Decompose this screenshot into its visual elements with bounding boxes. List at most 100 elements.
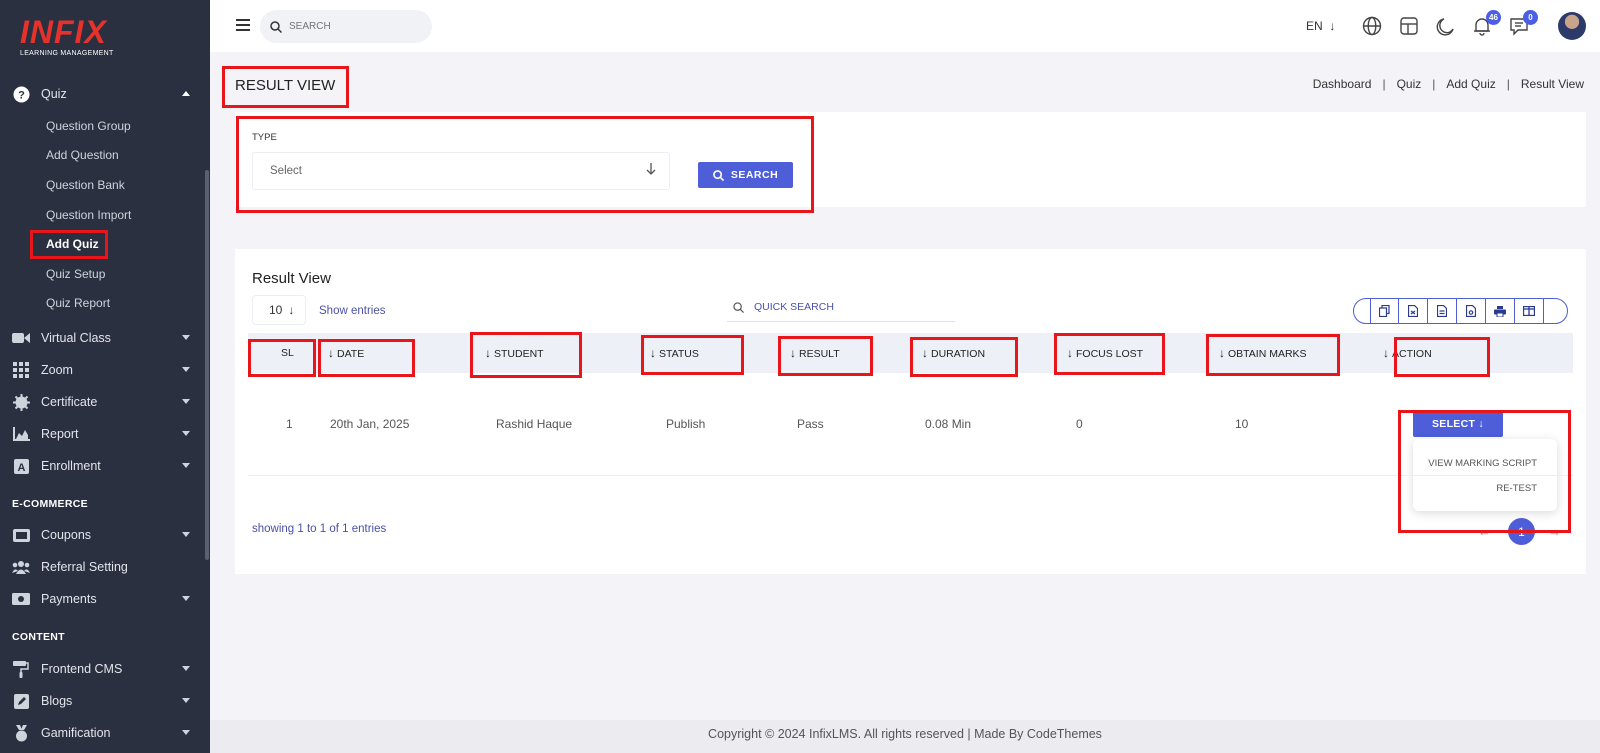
medal-icon xyxy=(12,724,30,742)
search-icon xyxy=(712,169,724,181)
cell-sl: 1 xyxy=(286,417,293,431)
sidebar-subitem-quiz-report[interactable]: Quiz Report xyxy=(46,293,110,313)
sort-arrow-icon: ↓ xyxy=(1219,346,1225,360)
sidebar-item-label: Referral Setting xyxy=(41,560,128,574)
menu-item-view-marking-script[interactable]: VIEW MARKING SCRIPT xyxy=(1428,458,1537,469)
sidebar-item-payments[interactable]: Payments xyxy=(0,585,210,613)
sidebar-item-label: Zoom xyxy=(41,363,73,377)
moon-icon[interactable] xyxy=(1436,16,1456,36)
column-header-obtain-marks[interactable]: ↓ OBTAIN MARKS xyxy=(1219,333,1307,373)
page-title: RESULT VIEW xyxy=(235,77,336,94)
sidebar-item-report[interactable]: Report xyxy=(0,420,210,448)
pen-square-icon xyxy=(12,692,30,710)
pdf-file-icon[interactable] xyxy=(1457,298,1486,324)
column-header-action[interactable]: ↓ ACTION xyxy=(1383,333,1432,373)
users-icon xyxy=(12,558,30,576)
sidebar-item-label: Gamification xyxy=(41,726,111,740)
column-header-sl[interactable]: SL xyxy=(281,333,294,373)
sidebar-item-virtual-class[interactable]: Virtual Class xyxy=(0,324,210,352)
ticket-icon xyxy=(12,526,30,544)
svg-text:?: ? xyxy=(18,89,25,101)
pagination-info: showing 1 to 1 of 1 entries xyxy=(252,523,387,535)
caret-up-icon xyxy=(182,91,190,96)
sidebar-subitem-question-import[interactable]: Question Import xyxy=(46,205,131,225)
sidebar-item-label: Enrollment xyxy=(41,459,101,473)
quick-search-placeholder: QUICK SEARCH xyxy=(754,301,834,313)
bell-icon[interactable]: 46 xyxy=(1472,10,1501,36)
sidebar-item-certificate[interactable]: Certificate xyxy=(0,388,210,416)
sidebar-item-blogs[interactable]: Blogs xyxy=(0,687,210,715)
logo[interactable]: INFIX LEARNING MANAGEMENT xyxy=(20,16,114,57)
breadcrumb: Dashboard | Quiz | Add Quiz | Result Vie… xyxy=(1313,77,1584,91)
sidebar-item-referral-setting[interactable]: Referral Setting xyxy=(0,553,210,581)
breadcrumb-item-result-view: Result View xyxy=(1520,77,1584,91)
breadcrumb-item-dashboard[interactable]: Dashboard xyxy=(1313,77,1372,91)
grid-icon xyxy=(12,361,30,379)
menu-item-re-test[interactable]: RE-TEST xyxy=(1496,483,1537,494)
csv-file-icon[interactable] xyxy=(1399,298,1428,324)
caret-down-icon xyxy=(182,367,190,372)
global-search[interactable] xyxy=(260,10,432,43)
cell-focus-lost: 0 xyxy=(1076,417,1083,431)
quick-search-input[interactable]: QUICK SEARCH xyxy=(727,293,955,322)
column-header-date[interactable]: ↓ DATE xyxy=(328,333,364,373)
message-badge: 0 xyxy=(1523,10,1538,25)
copy-icon[interactable] xyxy=(1370,298,1399,324)
caret-down-icon xyxy=(182,399,190,404)
section-label-ecommerce: E-COMMERCE xyxy=(12,498,88,510)
cell-date: 20th Jan, 2025 xyxy=(330,417,410,431)
chat-icon[interactable]: 0 xyxy=(1509,10,1538,36)
column-header-student[interactable]: ↓ STUDENT xyxy=(485,333,544,373)
columns-icon[interactable] xyxy=(1515,298,1544,324)
sidebar-item-label: Report xyxy=(41,427,79,441)
hamburger-menu-icon[interactable] xyxy=(236,19,250,31)
table-header: SL ↓ DATE ↓ STUDENT ↓ STATUS ↓ RESULT ↓ DURAT… xyxy=(248,333,1573,373)
caret-down-icon xyxy=(182,698,190,703)
column-header-focus-lost[interactable]: ↓ FOCUS LOST xyxy=(1067,333,1143,373)
type-select[interactable]: Select xyxy=(252,152,670,190)
column-header-status[interactable]: ↓ STATUS xyxy=(650,333,699,373)
column-header-result[interactable]: ↓ RESULT xyxy=(790,333,840,373)
search-button[interactable]: SEARCH xyxy=(698,162,793,188)
certificate-icon xyxy=(12,393,30,411)
avatar[interactable] xyxy=(1558,12,1586,40)
sidebar-item-coupons[interactable]: Coupons xyxy=(0,521,210,549)
results-card: Result View 10 ↓ Show entries QUICK SEAR… xyxy=(235,249,1586,574)
sidebar-subitem-add-quiz[interactable]: Add Quiz xyxy=(46,234,99,254)
page-button[interactable]: 1 xyxy=(1508,518,1535,545)
sidebar-item-frontend-cms[interactable]: Frontend CMS xyxy=(0,655,210,683)
action-select-button[interactable]: SELECT ↓ xyxy=(1413,410,1503,437)
sidebar-subitem-add-question[interactable]: Add Question xyxy=(46,145,119,165)
caret-down-icon xyxy=(182,463,190,468)
next-page-icon[interactable]: → xyxy=(1542,519,1567,544)
sidebar-subitem-question-bank[interactable]: Question Bank xyxy=(46,175,125,195)
print-icon[interactable] xyxy=(1486,298,1515,324)
sidebar-item-enrollment[interactable]: A Enrollment xyxy=(0,452,210,480)
sort-arrow-icon: ↓ xyxy=(790,346,796,360)
layout-icon[interactable] xyxy=(1399,16,1419,36)
sidebar-subitem-quiz-setup[interactable]: Quiz Setup xyxy=(46,264,105,284)
language-label: EN xyxy=(1306,19,1323,33)
language-selector[interactable]: EN ↓ xyxy=(1306,19,1335,33)
sidebar-scrollbar[interactable] xyxy=(205,170,209,560)
cell-obtain-marks: 10 xyxy=(1235,417,1249,431)
globe-icon[interactable] xyxy=(1362,16,1382,36)
sidebar-item-gamification[interactable]: Gamification xyxy=(0,719,210,747)
previous-page-icon[interactable]: ← xyxy=(1472,519,1497,544)
sidebar-subitem-question-group[interactable]: Question Group xyxy=(46,116,131,136)
entries-select[interactable]: 10 ↓ xyxy=(252,295,306,325)
breadcrumb-item-quiz[interactable]: Quiz xyxy=(1397,77,1422,91)
breadcrumb-item-add-quiz[interactable]: Add Quiz xyxy=(1446,77,1495,91)
caret-down-icon xyxy=(182,335,190,340)
entries-value: 10 xyxy=(269,303,283,317)
excel-file-icon[interactable] xyxy=(1428,298,1457,324)
sort-arrow-icon: ↓ xyxy=(328,346,334,360)
topbar: EN ↓ 46 0 xyxy=(210,0,1600,52)
cell-student: Rashid Haque xyxy=(496,417,573,431)
column-header-duration[interactable]: ↓ DURATION xyxy=(922,333,985,373)
sidebar-item-zoom[interactable]: Zoom xyxy=(0,356,210,384)
search-input[interactable] xyxy=(289,21,419,32)
question-circle-icon: ? xyxy=(12,85,30,103)
sidebar-item-quiz[interactable]: ? Quiz xyxy=(0,80,210,108)
sidebar-item-label: Frontend CMS xyxy=(41,662,123,676)
